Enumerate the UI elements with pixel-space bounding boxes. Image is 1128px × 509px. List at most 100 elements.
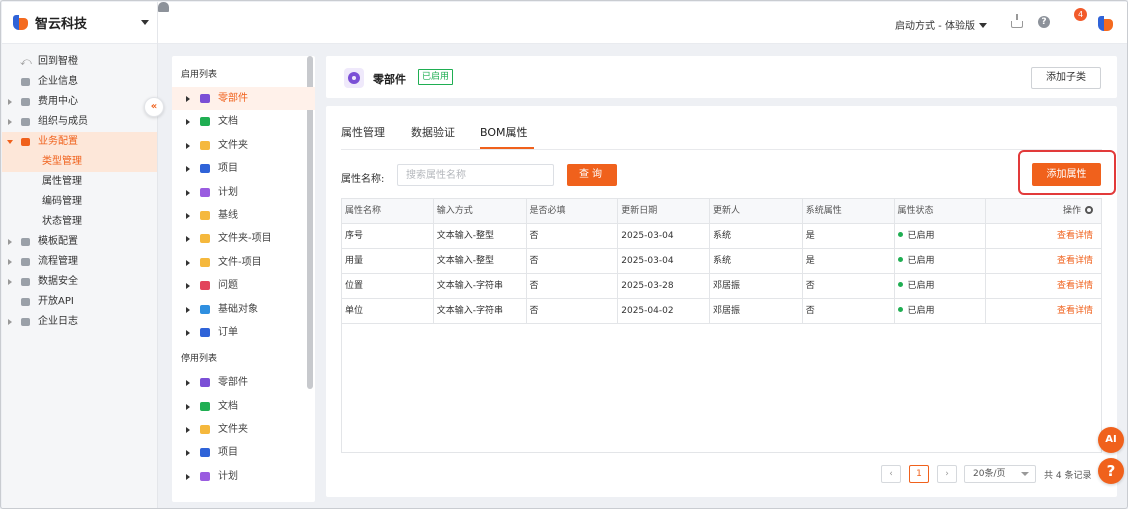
col-header: 输入方式 xyxy=(434,199,527,223)
expand-arrow-icon[interactable] xyxy=(186,119,190,126)
sidebar-item-label: 属性管理 xyxy=(42,176,82,187)
sidebar-item[interactable]: 数据安全 xyxy=(2,272,157,292)
table-cell: 2025-03-28 xyxy=(618,274,710,298)
expand-arrow-icon[interactable] xyxy=(186,189,190,196)
table-cell: 文本输入-字符串 xyxy=(434,274,527,298)
sidebar-item-label: 开放API xyxy=(38,296,74,307)
sidebar-item-label: 业务配置 xyxy=(38,136,78,147)
table-cell: 单位 xyxy=(342,299,434,323)
expand-arrow-icon[interactable] xyxy=(186,142,190,149)
tree-item[interactable]: 基础对象 xyxy=(172,298,315,321)
settings-gear-icon[interactable] xyxy=(1084,206,1093,214)
tree-item[interactable]: 零部件 xyxy=(172,87,315,111)
table-cell: 用量 xyxy=(342,249,434,273)
sidebar-item[interactable]: 编码管理 xyxy=(2,192,157,212)
tree-item[interactable]: 零部件 xyxy=(172,371,315,394)
chevron-down-icon xyxy=(1021,472,1029,476)
sidebar-item[interactable]: 状态管理 xyxy=(2,212,157,232)
query-button[interactable]: 查询 xyxy=(567,164,617,186)
expand-arrow-icon[interactable] xyxy=(186,166,190,173)
template-icon xyxy=(21,238,30,246)
expand-arrow-icon[interactable] xyxy=(186,96,190,102)
tree-item[interactable]: 项目 xyxy=(172,157,315,180)
tree-item[interactable]: 计划 xyxy=(172,181,315,204)
tree-item[interactable]: 订单 xyxy=(172,321,315,344)
tree-item[interactable]: 项目 xyxy=(172,441,315,464)
next-page-button[interactable]: › xyxy=(937,465,957,483)
tab-divider xyxy=(341,149,1102,150)
sidebar-item[interactable]: 企业日志 xyxy=(2,312,157,332)
add-subclass-button[interactable]: 添加子类 xyxy=(1031,67,1101,89)
tree-item[interactable]: 基线 xyxy=(172,204,315,227)
sidebar-item[interactable]: 企业信息 xyxy=(2,72,157,92)
type-icon xyxy=(200,234,210,244)
sidebar-item[interactable]: 开放API xyxy=(2,292,157,312)
view-details-link[interactable]: 查看详情 xyxy=(1057,306,1093,316)
table-row: 单位 文本输入-字符串 否 2025-04-02 邓居振 否 已启用 查看详情 xyxy=(342,299,1101,324)
sidebar-item[interactable]: 业务配置 xyxy=(2,132,157,152)
table-cell: 否 xyxy=(803,299,895,323)
prev-page-button[interactable]: ‹ xyxy=(881,465,901,483)
expand-arrow-icon[interactable] xyxy=(186,473,190,480)
ai-assistant-button[interactable]: AI xyxy=(1098,427,1124,453)
brand-header[interactable]: 智云科技 xyxy=(2,2,157,44)
sidebar-item-label: 类型管理 xyxy=(42,156,82,167)
expand-arrow-icon[interactable] xyxy=(186,283,190,290)
expand-arrow-icon xyxy=(8,279,12,285)
sidebar-item[interactable]: 属性管理 xyxy=(2,172,157,192)
view-details-link[interactable]: 查看详情 xyxy=(1057,281,1093,291)
bell-icon[interactable] xyxy=(158,2,169,12)
tree-item-label: 文件夹 xyxy=(218,424,248,436)
tree-item[interactable]: 文件夹-项目 xyxy=(172,227,315,250)
expand-arrow-icon[interactable] xyxy=(186,403,190,410)
collapse-sidebar-button[interactable]: « xyxy=(144,97,164,117)
tree-item[interactable]: 文件夹 xyxy=(172,134,315,157)
tab-attribute-management[interactable]: 属性管理 xyxy=(341,124,385,140)
cell-text: 否 xyxy=(529,231,539,241)
page-size-select[interactable]: 20条/页 xyxy=(964,465,1036,483)
sidebar-item[interactable]: 模板配置 xyxy=(2,232,157,252)
tree-item[interactable]: 计划 xyxy=(172,465,315,488)
view-details-link[interactable]: 查看详情 xyxy=(1057,231,1093,241)
tree-item-label: 文档 xyxy=(218,116,238,128)
tree-item[interactable]: 文档 xyxy=(172,110,315,133)
tree-item[interactable]: 问题 xyxy=(172,274,315,297)
tab-bom-attributes[interactable]: BOM属性 xyxy=(480,124,528,140)
help-icon[interactable]: ? xyxy=(1038,16,1050,28)
cell-text: 已启用 xyxy=(907,256,935,266)
nav-back[interactable]: ⤺ 回到智橙 xyxy=(2,52,157,72)
download-icon[interactable] xyxy=(1011,14,1023,28)
expand-arrow-icon[interactable] xyxy=(186,306,190,313)
enabled-list: 零部件文档文件夹 项目 计划 基线 文件夹-项目 文件-项目 问题 基础对象 订单 xyxy=(172,87,315,344)
expand-arrow-icon[interactable] xyxy=(186,380,190,387)
table-cell: 文本输入-整型 xyxy=(434,249,527,273)
expand-arrow-icon[interactable] xyxy=(186,329,190,336)
expand-arrow-icon[interactable] xyxy=(186,236,190,243)
tree-item[interactable]: 文件夹 xyxy=(172,418,315,441)
sidebar-item[interactable]: 组织与成员 xyxy=(2,112,157,132)
tree-item[interactable]: 文档 xyxy=(172,395,315,418)
brand-dropdown-icon[interactable] xyxy=(141,20,149,25)
sidebar-item-label: 企业日志 xyxy=(38,316,78,327)
mode-selector[interactable]: 启动方式 - 体验版 xyxy=(895,17,987,32)
tab-data-validation[interactable]: 数据验证 xyxy=(411,124,455,140)
table-row: 序号 文本输入-整型 否 2025-03-04 系统 是 已启用 查看详情 xyxy=(342,224,1101,249)
notification-badge: 4 xyxy=(1074,8,1087,21)
expand-arrow-icon[interactable] xyxy=(186,450,190,457)
sidebar-item[interactable]: 费用中心 xyxy=(2,92,157,112)
sidebar-item[interactable]: 流程管理 xyxy=(2,252,157,272)
expand-arrow-icon[interactable] xyxy=(186,427,190,434)
user-logo-icon[interactable] xyxy=(1097,15,1114,32)
attribute-search-input[interactable] xyxy=(397,164,554,186)
add-attribute-button[interactable]: 添加属性 xyxy=(1032,163,1101,186)
expand-arrow-icon[interactable] xyxy=(186,212,190,219)
view-details-link[interactable]: 查看详情 xyxy=(1057,256,1093,266)
help-float-button[interactable]: ? xyxy=(1098,458,1124,484)
expand-arrow-icon[interactable] xyxy=(186,259,190,266)
type-icon xyxy=(200,257,210,267)
tree-item[interactable]: 文件-项目 xyxy=(172,251,315,274)
status-dot-icon xyxy=(897,257,903,262)
page-number-current[interactable]: 1 xyxy=(909,465,929,483)
sidebar-item[interactable]: 类型管理 xyxy=(2,152,157,172)
table-cell: 否 xyxy=(527,224,619,248)
